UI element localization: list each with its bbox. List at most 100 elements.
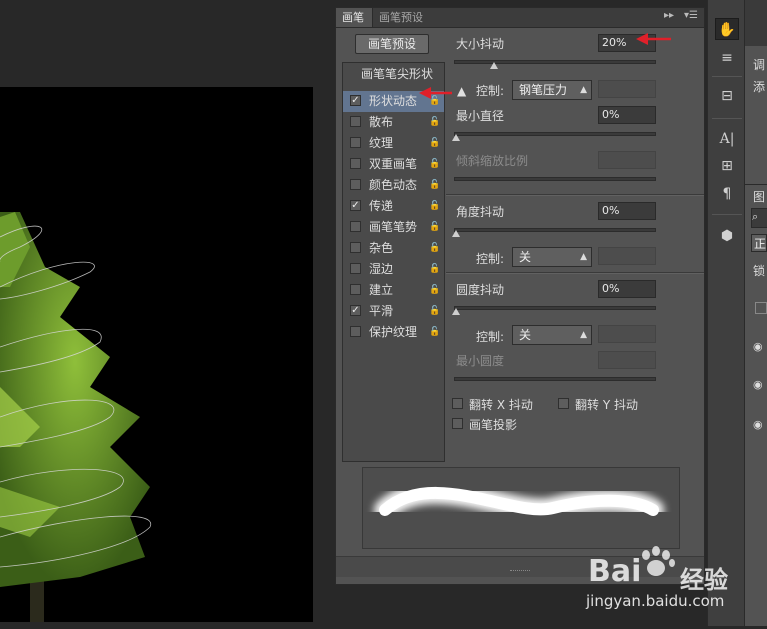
size-jitter-slider-knob[interactable] bbox=[490, 62, 499, 69]
brush-option-checkbox[interactable]: ✓ bbox=[350, 200, 361, 211]
brush-panel-icon[interactable]: ✋ bbox=[715, 18, 739, 40]
adjustments-tab[interactable]: 调 bbox=[753, 56, 765, 73]
lock-icon[interactable]: 🔓 bbox=[429, 259, 440, 280]
brush-option-checkbox[interactable] bbox=[350, 221, 361, 232]
min-roundness-label: 最小圆度 bbox=[456, 354, 505, 368]
tilt-scale-label: 倾斜缩放比例 bbox=[456, 154, 529, 168]
brush-option-item[interactable]: 纹理 🔓 bbox=[343, 133, 444, 154]
brush-option-label: 建立 bbox=[369, 283, 394, 297]
brush-tip-shape-header[interactable]: 画笔笔尖形状 bbox=[361, 65, 433, 82]
3d-icon[interactable]: ⬢ bbox=[715, 225, 739, 247]
navigator-strip bbox=[745, 0, 767, 46]
layer-thumbnail[interactable] bbox=[755, 302, 767, 314]
brush-option-label: 平滑 bbox=[369, 304, 394, 318]
eye-icon[interactable]: ◉ bbox=[753, 418, 763, 431]
eye-icon[interactable]: ◉ bbox=[753, 340, 763, 353]
roundness-jitter-slider-knob[interactable] bbox=[452, 308, 460, 315]
size-jitter-label: 大小抖动 bbox=[456, 37, 505, 51]
brush-option-item[interactable]: 杂色 🔓 bbox=[343, 238, 444, 259]
tab-brush-presets[interactable]: 画笔预设 bbox=[372, 8, 430, 27]
brush-presets-icon[interactable]: ≡ bbox=[715, 47, 739, 69]
angle-jitter-field[interactable]: 0% bbox=[598, 202, 656, 220]
lock-icon[interactable]: 🔓 bbox=[429, 280, 440, 301]
divider bbox=[712, 214, 742, 215]
panel-menu-icon[interactable]: ▾☰ bbox=[684, 10, 698, 21]
brush-option-checkbox[interactable]: ✓ bbox=[350, 305, 361, 316]
brush-option-label: 画笔笔势 bbox=[369, 220, 418, 234]
brush-option-item[interactable]: 双重画笔 🔓 bbox=[343, 154, 444, 175]
search-icon[interactable]: ⌕ bbox=[751, 208, 767, 228]
brush-projection-checkbox[interactable] bbox=[452, 418, 463, 429]
lock-icon[interactable]: 🔓 bbox=[429, 196, 440, 217]
flip-y-checkbox[interactable] bbox=[558, 398, 569, 409]
clone-source-icon[interactable]: ⊟ bbox=[715, 85, 739, 107]
annotation-arrow-icon bbox=[419, 87, 452, 99]
brush-option-item[interactable]: ✓ 平滑 🔓 bbox=[343, 301, 444, 322]
brush-option-item[interactable]: 散布 🔓 bbox=[343, 112, 444, 133]
lock-icon[interactable]: 🔓 bbox=[429, 217, 440, 238]
collapse-icon[interactable]: ▸▸ bbox=[664, 10, 674, 21]
min-diameter-slider-knob[interactable] bbox=[452, 134, 460, 141]
brush-presets-button[interactable]: 画笔预设 bbox=[355, 34, 429, 54]
brush-option-checkbox[interactable] bbox=[350, 137, 361, 148]
tab-brush[interactable]: 画笔 bbox=[336, 8, 372, 27]
brush-options-list: 画笔笔尖形状 ✓ 形状动态 🔓 散布 🔓 纹理 🔓 双重画笔 🔓 颜色动态 🔓 ✓ 传递 🔓 画笔笔势 🔓 杂色… bbox=[342, 62, 445, 462]
min-diameter-field[interactable]: 0% bbox=[598, 106, 656, 124]
angle-jitter-slider[interactable] bbox=[454, 228, 656, 232]
lock-icon[interactable]: 🔓 bbox=[429, 133, 440, 154]
paragraph-icon[interactable]: ¶ bbox=[715, 183, 739, 205]
lock-icon[interactable]: 🔓 bbox=[429, 238, 440, 259]
layers-tab[interactable]: 图 bbox=[753, 188, 765, 205]
brush-option-label: 形状动态 bbox=[369, 94, 418, 108]
control-label: 控制: bbox=[476, 84, 505, 98]
brush-option-checkbox[interactable] bbox=[350, 179, 361, 190]
flip-x-checkbox[interactable] bbox=[452, 398, 463, 409]
roundness-control-value: 关 bbox=[519, 328, 532, 342]
warning-icon: ▲ bbox=[457, 84, 467, 98]
blend-mode-select[interactable]: 正 bbox=[751, 234, 767, 252]
roundness-jitter-slider[interactable] bbox=[454, 306, 656, 310]
angle-control-select[interactable]: 关 ▲ bbox=[512, 247, 592, 267]
brush-option-item[interactable]: 保护纹理 🔓 bbox=[343, 322, 444, 343]
brush-option-checkbox[interactable] bbox=[350, 263, 361, 274]
lock-icon[interactable]: 🔓 bbox=[429, 301, 440, 322]
control-select[interactable]: 钢笔压力 ▲ bbox=[512, 80, 592, 100]
document-canvas[interactable] bbox=[0, 87, 313, 622]
brush-option-item[interactable]: 湿边 🔓 bbox=[343, 259, 444, 280]
character-icon[interactable]: A| bbox=[715, 128, 739, 150]
eye-icon[interactable]: ◉ bbox=[753, 378, 763, 391]
brush-option-item[interactable]: ✓ 传递 🔓 bbox=[343, 196, 444, 217]
resize-grip-icon[interactable] bbox=[510, 570, 530, 574]
brush-option-checkbox[interactable]: ✓ bbox=[350, 95, 361, 106]
watermark-url: jingyan.baidu.com bbox=[586, 592, 725, 610]
brush-option-label: 保护纹理 bbox=[369, 325, 418, 339]
brush-option-label: 颜色动态 bbox=[369, 178, 418, 192]
brush-option-item[interactable]: 颜色动态 🔓 bbox=[343, 175, 444, 196]
size-jitter-slider[interactable] bbox=[454, 60, 656, 64]
brush-option-checkbox[interactable] bbox=[350, 326, 361, 337]
brush-option-checkbox[interactable] bbox=[350, 116, 361, 127]
brush-option-checkbox[interactable] bbox=[350, 158, 361, 169]
brush-option-item[interactable]: 画笔笔势 🔓 bbox=[343, 217, 444, 238]
min-diameter-slider[interactable] bbox=[454, 132, 656, 136]
roundness-control-extra-field bbox=[598, 325, 656, 343]
brush-option-label: 杂色 bbox=[369, 241, 394, 255]
lock-icon[interactable]: 🔓 bbox=[429, 154, 440, 175]
lock-icon[interactable]: 🔓 bbox=[429, 175, 440, 196]
roundness-jitter-field[interactable]: 0% bbox=[598, 280, 656, 298]
brush-option-item[interactable]: 建立 🔓 bbox=[343, 280, 444, 301]
min-diameter-label: 最小直径 bbox=[456, 109, 505, 123]
annotation-arrow-icon bbox=[636, 33, 671, 45]
lock-icon[interactable]: 🔓 bbox=[429, 322, 440, 343]
angle-jitter-slider-knob[interactable] bbox=[452, 230, 460, 237]
glyphs-icon[interactable]: ⊞ bbox=[715, 155, 739, 177]
divider bbox=[446, 272, 704, 274]
spinner-arrows-icon: ▲ bbox=[580, 330, 587, 340]
angle-jitter-label: 角度抖动 bbox=[456, 205, 505, 219]
min-roundness-field bbox=[598, 351, 656, 369]
brush-option-checkbox[interactable] bbox=[350, 284, 361, 295]
tilt-scale-field bbox=[598, 151, 656, 169]
brush-option-checkbox[interactable] bbox=[350, 242, 361, 253]
roundness-control-select[interactable]: 关 ▲ bbox=[512, 325, 592, 345]
lock-icon[interactable]: 🔓 bbox=[429, 112, 440, 133]
